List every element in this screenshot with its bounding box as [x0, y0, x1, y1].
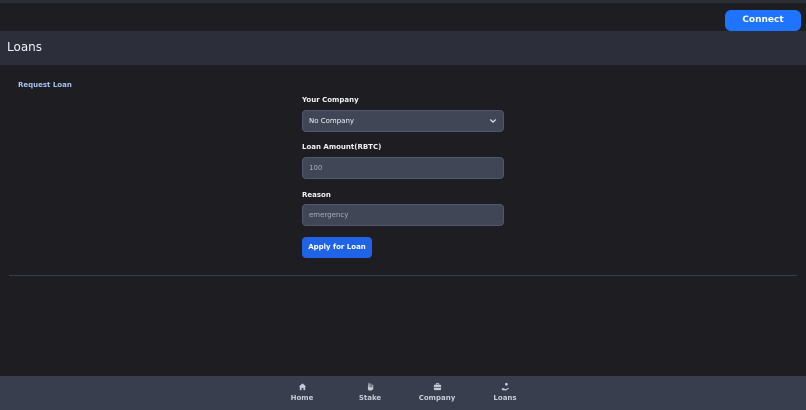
top-bar: Connect Wallet	[0, 3, 806, 46]
page-title: Loans	[7, 40, 43, 54]
apply-for-loan-button[interactable]: Apply for Loan	[302, 237, 372, 258]
home-icon	[298, 383, 307, 391]
app-root: Connect Wallet Loans Request Loan Your C…	[0, 0, 806, 410]
loan-amount-input[interactable]	[302, 157, 504, 179]
page-header: Loans	[0, 31, 806, 65]
bottom-nav: Home Stake Company Loans	[0, 376, 806, 410]
chevron-down-icon	[490, 119, 496, 123]
loan-hand-icon	[501, 382, 510, 391]
nav-item-company[interactable]: Company	[407, 376, 467, 410]
reason-label: Reason	[302, 191, 331, 199]
nav-label-loans: Loans	[493, 394, 517, 402]
reason-input[interactable]	[302, 204, 504, 226]
nav-label-company: Company	[418, 394, 456, 402]
company-select-value: No Company	[309, 117, 355, 125]
nav-label-home: Home	[290, 394, 314, 402]
amount-label: Loan Amount(RBTC)	[302, 143, 382, 151]
nav-label-stake: Stake	[358, 394, 382, 402]
nav-item-home[interactable]: Home	[272, 376, 332, 410]
stake-icon	[367, 382, 374, 391]
section-divider	[9, 275, 797, 276]
company-label: Your Company	[302, 96, 359, 104]
connect-wallet-button[interactable]: Connect Wallet	[725, 10, 801, 46]
briefcase-icon	[433, 382, 442, 391]
nav-item-loans[interactable]: Loans	[475, 376, 535, 410]
nav-item-stake[interactable]: Stake	[340, 376, 400, 410]
request-loan-heading: Request Loan	[18, 81, 72, 89]
company-select[interactable]: No Company	[302, 110, 504, 132]
